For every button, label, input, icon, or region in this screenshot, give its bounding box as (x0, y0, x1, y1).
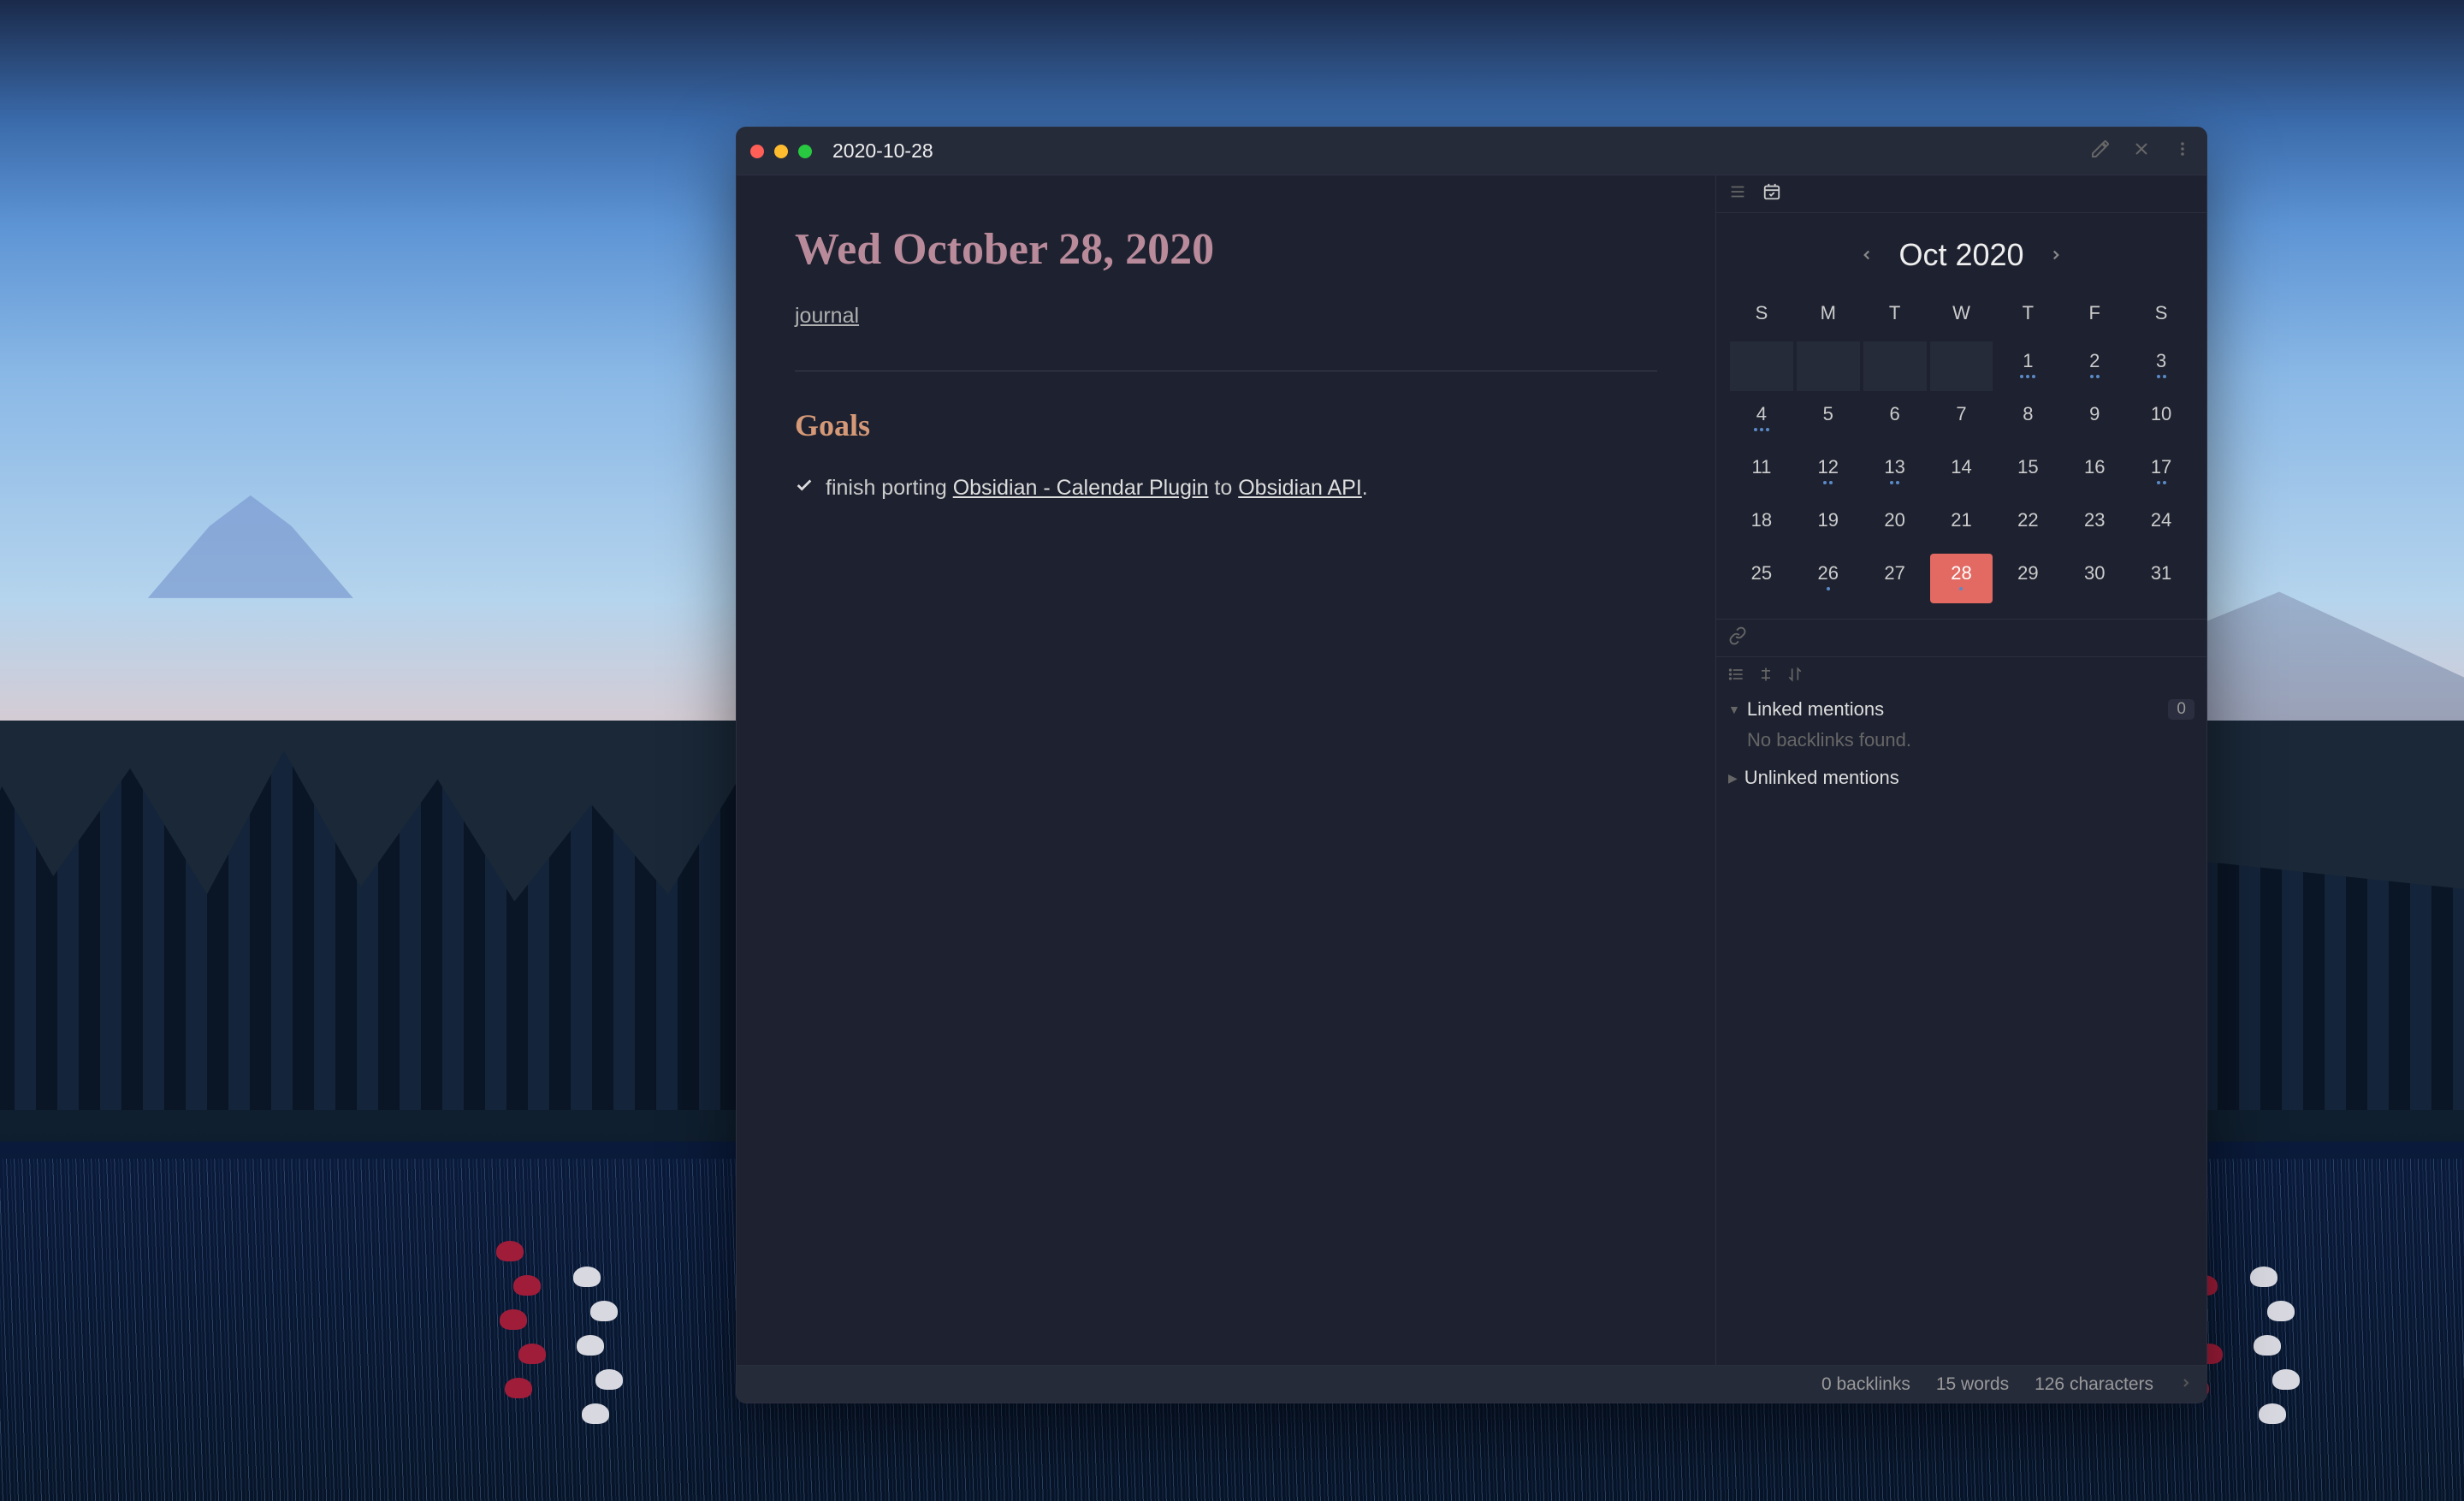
calendar-day[interactable]: 3 (2129, 341, 2193, 391)
wallpaper-flowers-left (462, 1142, 702, 1484)
traffic-lights (750, 145, 812, 158)
calendar-day[interactable]: 22 (1996, 501, 2059, 550)
calendar-day[interactable]: 10 (2129, 395, 2193, 444)
titlebar: 2020-10-28 (737, 128, 2206, 175)
note-heading: Wed October 28, 2020 (795, 217, 1657, 283)
task-text: finish porting Obsidian - Calendar Plugi… (826, 472, 1368, 505)
task-checkbox-checked-icon[interactable] (795, 476, 814, 495)
calendar-tab-icon[interactable] (1762, 182, 1781, 205)
linked-mentions-count: 0 (2168, 699, 2194, 720)
calendar-day[interactable]: 18 (1730, 501, 1793, 550)
calendar-day[interactable]: 4 (1730, 395, 1793, 444)
status-backlinks[interactable]: 0 backlinks (1821, 1374, 1910, 1395)
calendar-day[interactable]: 9 (2063, 395, 2126, 444)
calendar-prev-icon[interactable] (1859, 242, 1875, 269)
calendar-blank-day (1797, 341, 1860, 391)
task-item[interactable]: finish porting Obsidian - Calendar Plugi… (795, 472, 1657, 505)
calendar-day-today[interactable]: 28 (1930, 554, 1993, 603)
calendar-blank-day (1863, 341, 1927, 391)
calendar-day-of-week: S (2129, 294, 2193, 338)
linked-mentions-header[interactable]: ▼ Linked mentions 0 (1728, 698, 2194, 721)
editor-pane[interactable]: Wed October 28, 2020 journal Goals finis… (737, 175, 1715, 1365)
wallpaper-mountain (148, 495, 353, 598)
calendar-title: Oct 2020 (1898, 237, 2023, 273)
calendar-blank-day (1930, 341, 1993, 391)
calendar-day-of-week: T (1996, 294, 2059, 338)
calendar-day[interactable]: 19 (1797, 501, 1860, 550)
calendar-day[interactable]: 26 (1797, 554, 1860, 603)
calendar-day[interactable]: 30 (2063, 554, 2126, 603)
no-backlinks-message: No backlinks found. (1728, 729, 2194, 751)
task-text-prefix: finish porting (826, 476, 953, 500)
status-words: 15 words (1936, 1374, 2009, 1395)
calendar-day[interactable]: 7 (1930, 395, 1993, 444)
status-chars: 126 characters (2035, 1374, 2153, 1395)
calendar-day[interactable]: 25 (1730, 554, 1793, 603)
calendar-day[interactable]: 17 (2129, 448, 2193, 497)
backlinks-tab-icon[interactable] (1728, 626, 1747, 650)
calendar-grid: SMTWTFS123456789101112131415161718192021… (1730, 294, 2193, 603)
backlinks-panel: ▼ Linked mentions 0 No backlinks found. … (1716, 619, 2206, 1365)
disclosure-triangle-down-icon: ▼ (1728, 703, 1740, 716)
sidebar-tabs (1716, 175, 2206, 213)
unlinked-mentions-header[interactable]: ▶ Unlinked mentions (1728, 767, 2194, 789)
goals-heading: Goals (795, 402, 1657, 448)
journal-tag-link[interactable]: journal (795, 300, 859, 333)
calendar-day-of-week: T (1863, 294, 1927, 338)
calendar-day-of-week: S (1730, 294, 1793, 338)
task-text-mid: to (1208, 476, 1238, 500)
calendar-day[interactable]: 16 (2063, 448, 2126, 497)
close-tab-icon[interactable] (2131, 139, 2152, 163)
task-text-suffix: . (1362, 476, 1368, 500)
calendar-day[interactable]: 2 (2063, 341, 2126, 391)
task-link-1[interactable]: Obsidian - Calendar Plugin (953, 476, 1209, 500)
calendar-day[interactable]: 11 (1730, 448, 1793, 497)
desktop-wallpaper: 2020-10-28 Wed October 28, 2020 journal … (0, 0, 2464, 1501)
calendar-day-of-week: M (1797, 294, 1860, 338)
status-bar: 0 backlinks 15 words 126 characters (737, 1365, 2206, 1403)
calendar-day[interactable]: 14 (1930, 448, 1993, 497)
close-window-button[interactable] (750, 145, 764, 158)
calendar-day[interactable]: 1 (1996, 341, 2059, 391)
calendar-day-of-week: W (1930, 294, 1993, 338)
calendar-day[interactable]: 27 (1863, 554, 1927, 603)
calendar-blank-day (1730, 341, 1793, 391)
calendar-day[interactable]: 29 (1996, 554, 2059, 603)
more-icon[interactable] (2172, 139, 2193, 163)
calendar-day[interactable]: 31 (2129, 554, 2193, 603)
linked-mentions-label: Linked mentions (1747, 698, 1884, 721)
calendar-day[interactable]: 8 (1996, 395, 2059, 444)
edit-icon[interactable] (2090, 139, 2111, 163)
sort-icon[interactable] (1786, 666, 1804, 687)
calendar-day[interactable]: 20 (1863, 501, 1927, 550)
calendar-day[interactable]: 12 (1797, 448, 1860, 497)
calendar-day[interactable]: 23 (2063, 501, 2126, 550)
calendar-day[interactable]: 24 (2129, 501, 2193, 550)
calendar-next-icon[interactable] (2048, 242, 2064, 269)
disclosure-triangle-right-icon: ▶ (1728, 771, 1738, 786)
task-link-2[interactable]: Obsidian API (1238, 476, 1362, 500)
obsidian-window: 2020-10-28 Wed October 28, 2020 journal … (736, 127, 2207, 1403)
calendar-day[interactable]: 6 (1863, 395, 1927, 444)
right-sidebar: Oct 2020 SMTWTFS123456789101112131415161… (1715, 175, 2206, 1365)
calendar-day[interactable]: 13 (1863, 448, 1927, 497)
show-more-context-icon[interactable] (1757, 666, 1774, 687)
calendar-day[interactable]: 15 (1996, 448, 2059, 497)
status-chevron-right-icon[interactable] (2179, 1374, 2193, 1395)
minimize-window-button[interactable] (774, 145, 788, 158)
calendar-day-of-week: F (2063, 294, 2126, 338)
outline-tab-icon[interactable] (1728, 182, 1747, 205)
window-title: 2020-10-28 (832, 139, 933, 163)
calendar-day[interactable]: 21 (1930, 501, 1993, 550)
maximize-window-button[interactable] (798, 145, 812, 158)
collapse-results-icon[interactable] (1728, 666, 1745, 687)
calendar-day[interactable]: 5 (1797, 395, 1860, 444)
calendar-widget: Oct 2020 SMTWTFS123456789101112131415161… (1716, 213, 2206, 619)
unlinked-mentions-label: Unlinked mentions (1744, 767, 1899, 789)
